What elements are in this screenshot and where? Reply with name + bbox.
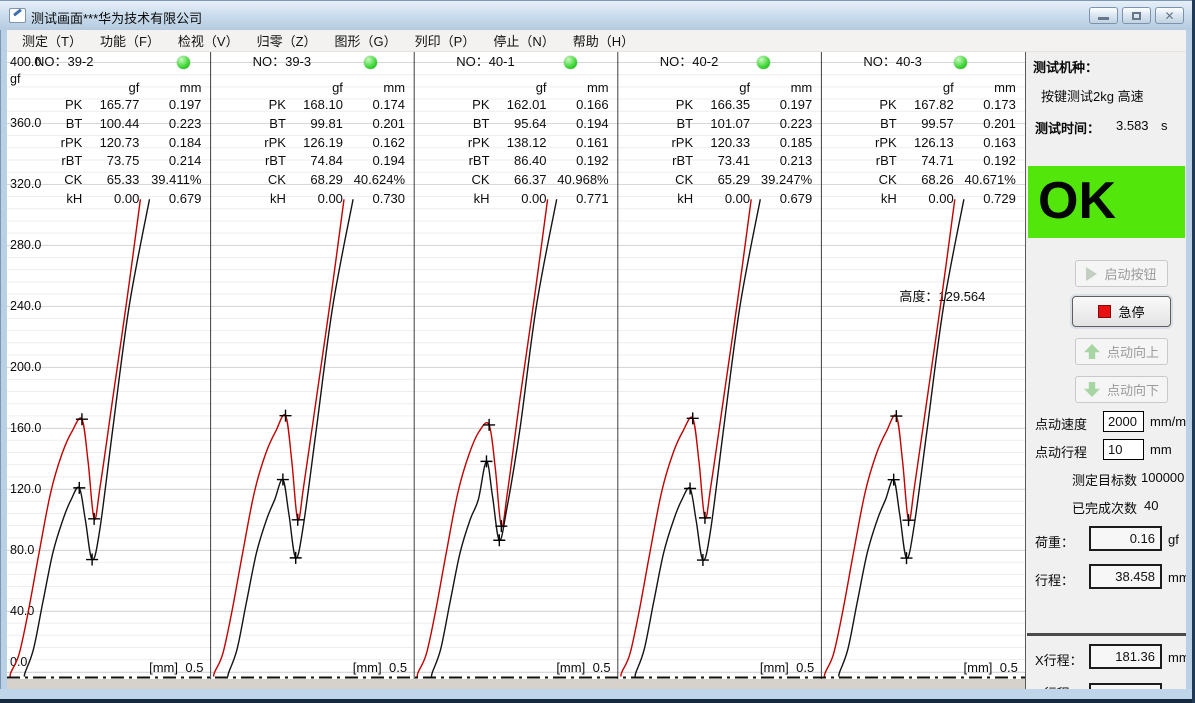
test-time-label: 测试时间： [1035,118,1100,137]
stroke-label: 行程： [1035,570,1074,589]
jog-up-button[interactable]: 点动向上 [1075,338,1168,365]
press-curve [10,199,140,676]
jog-speed-input[interactable]: 2000 [1103,411,1144,432]
menu-item-5[interactable]: 列印（P） [406,29,485,52]
x-stroke-display: 181.36 [1089,644,1162,669]
machine-type-label: 测试机种： [1033,57,1098,76]
data-point-marker [493,534,505,546]
data-point-marker [277,474,289,486]
maximize-button[interactable] [1122,7,1151,24]
window-frame [0,689,1195,699]
load-unit: gf [1168,532,1179,547]
test-time-value: 3.583 [1116,118,1149,133]
jog-speed-unit: mm/min [1150,414,1186,429]
press-curve [824,199,954,676]
data-point-marker [88,513,100,525]
minimize-button[interactable] [1089,7,1118,24]
load-display: 0.16 [1089,526,1162,551]
data-point-marker [699,512,711,524]
close-icon: ✕ [1164,10,1174,22]
completed-count-label: 已完成次数 [1072,498,1137,517]
arrow-up-icon [1084,344,1100,359]
data-point-marker [687,412,699,424]
data-point-marker [903,514,915,526]
jog-down-label: 点动向下 [1107,380,1159,399]
completed-count-value: 40 [1144,498,1158,513]
stroke-display: 38.458 [1089,564,1162,589]
data-point-marker [292,514,304,526]
menu-bar: 测定（T）功能（F）检视（V）归零（Z）图形（G）列印（P）停止（N）帮助（H） [7,30,1186,52]
minimize-icon [1098,17,1109,20]
pen-icon [13,9,22,17]
data-point-marker [890,410,902,422]
window-title: 测试画面***华为技术有限公司 [31,8,202,27]
data-point-marker [480,455,492,467]
menu-item-0[interactable]: 测定（T） [13,29,91,52]
emergency-stop-label: 急停 [1118,302,1144,321]
window-frame [0,699,1195,703]
control-sidebar: 测试机种： 按键测试2kg 高速 测试时间： 3.583 s OK 启动按钮 急… [1025,52,1186,690]
window-frame [0,30,7,690]
jog-stroke-input[interactable]: 10 [1103,439,1144,460]
machine-type-value: 按键测试2kg 高速 [1041,86,1144,105]
app-window: 测试画面***华为技术有限公司 ✕ 测定（T）功能（F）检视（V）归零（Z）图形… [0,0,1195,703]
data-point-marker [76,413,88,425]
target-count-label: 测定目标数 [1072,470,1137,489]
data-point-marker [901,552,913,564]
start-button-label: 启动按钮 [1104,264,1156,283]
target-count-value: 100000 [1141,470,1184,485]
data-point-marker [86,554,98,566]
sidebar-separator [1027,633,1186,636]
menu-item-1[interactable]: 功能（F） [91,29,169,52]
data-point-marker [888,474,900,486]
jog-stroke-label: 点动行程 [1035,442,1087,461]
result-badge: OK [1028,166,1185,238]
jog-up-label: 点动向上 [1107,342,1159,361]
menu-item-7[interactable]: 帮助（H） [564,29,643,52]
data-point-marker [483,419,495,431]
chart-bottom-strip [7,679,1025,689]
app-icon [9,8,26,23]
curves-layer [7,52,1025,679]
chart-area: 400.0360.0320.0280.0240.0200.0160.0120.0… [7,52,1025,679]
press-curve [417,199,547,676]
close-button[interactable]: ✕ [1155,7,1184,24]
test-time-unit: s [1161,118,1168,133]
play-icon [1086,267,1097,281]
title-bar: 测试画面***华为技术有限公司 ✕ [0,0,1195,30]
x-stroke-label: X行程： [1035,650,1083,669]
jog-stroke-unit: mm [1150,442,1172,457]
menu-item-4[interactable]: 图形（G） [326,29,406,52]
arrow-down-icon [1084,382,1100,397]
stop-icon [1098,305,1111,318]
load-label: 荷重： [1035,532,1074,551]
jog-down-button[interactable]: 点动向下 [1075,376,1168,403]
data-point-marker [290,552,302,564]
jog-speed-label: 点动速度 [1035,414,1087,433]
press-curve [621,199,751,676]
menu-item-3[interactable]: 归零（Z） [248,29,326,52]
start-button[interactable]: 启动按钮 [1075,260,1168,287]
data-point-marker [697,554,709,566]
x-stroke-unit: mm [1168,650,1186,665]
press-curve [214,199,344,676]
menu-item-2[interactable]: 检视（V） [169,29,248,52]
maximize-icon [1132,12,1141,20]
stroke-unit: mm [1168,570,1186,585]
window-controls: ✕ [1089,7,1184,24]
menu-item-6[interactable]: 停止（N） [484,29,563,52]
emergency-stop-button[interactable]: 急停 [1072,296,1171,327]
